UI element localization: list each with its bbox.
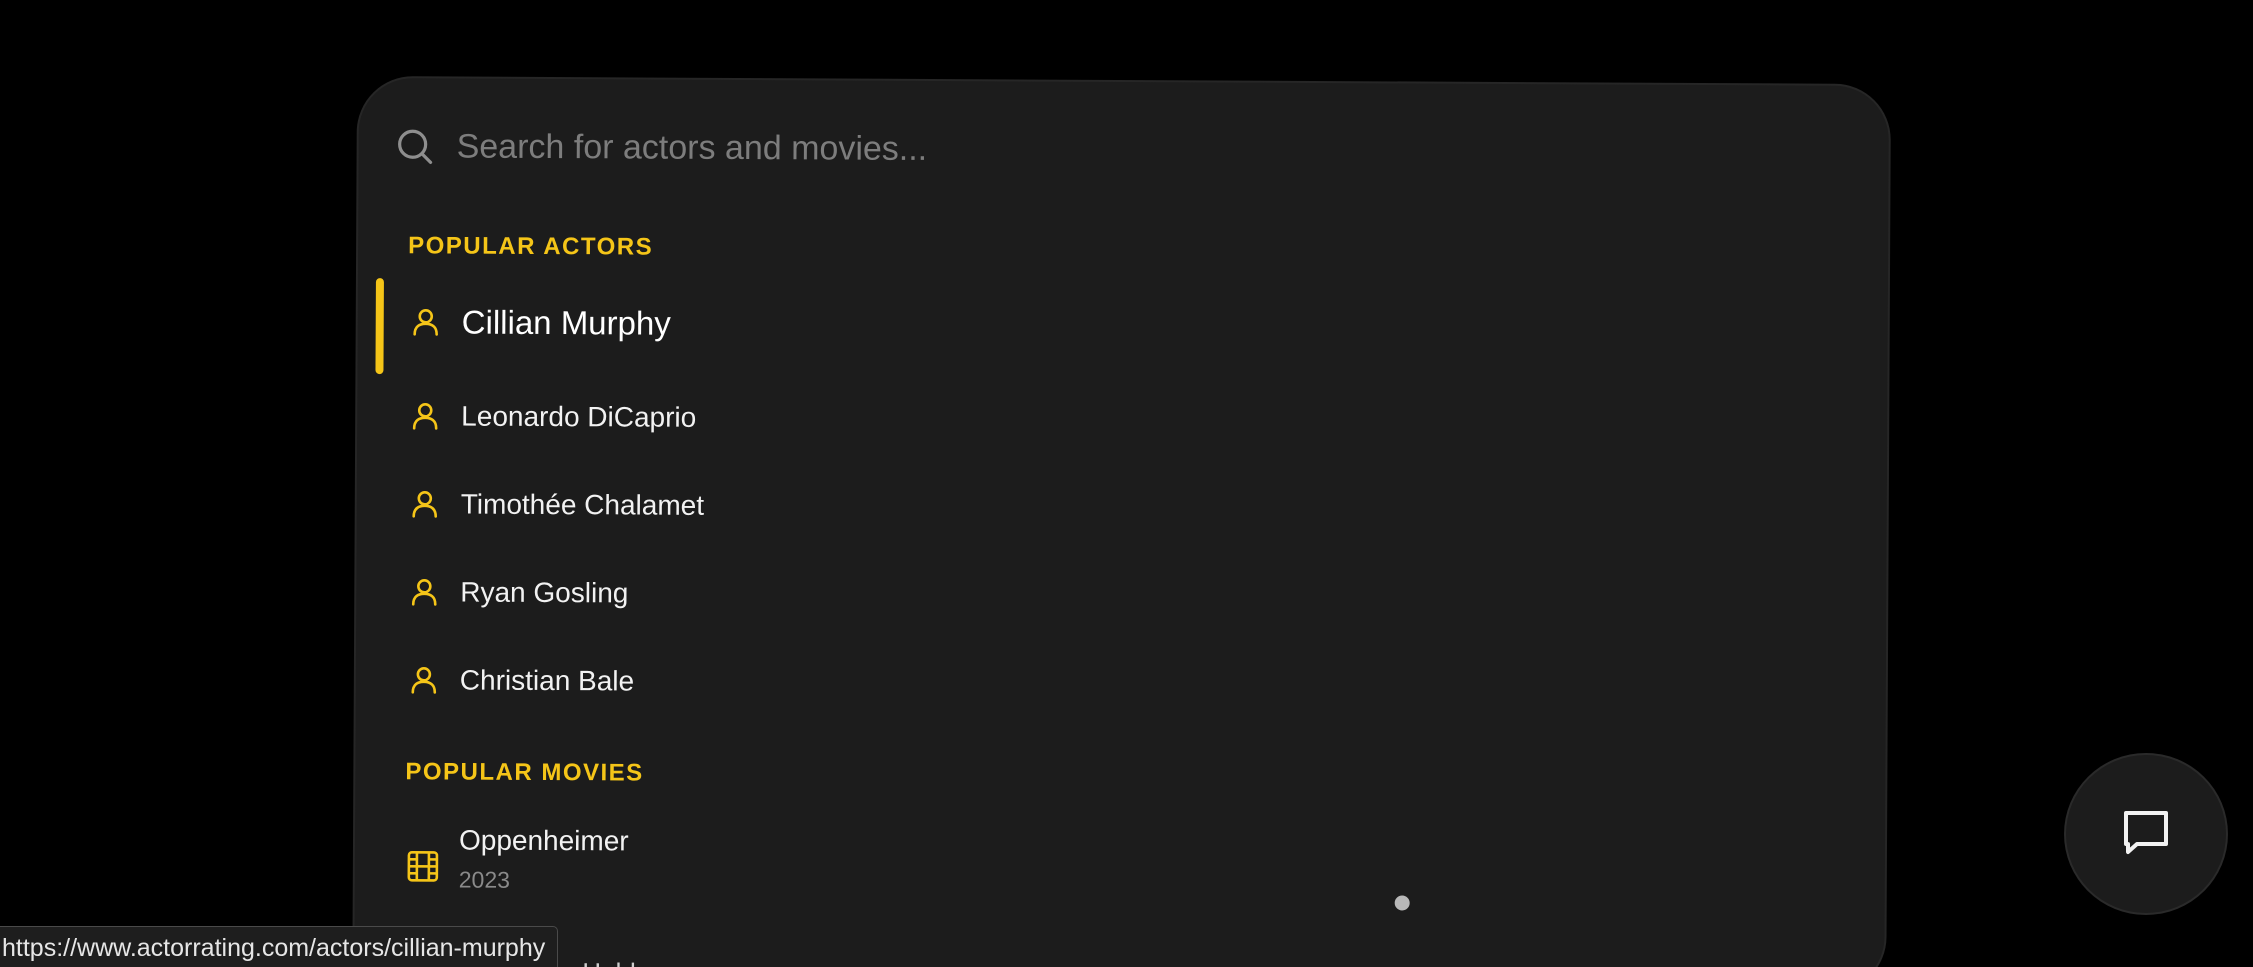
- section-title-popular-movies: POPULAR MOVIES: [405, 758, 644, 787]
- scroll-indicator: [1394, 895, 1410, 911]
- next-movie-title-clipped[interactable]: Holdovers: [582, 957, 699, 967]
- user-icon: [406, 302, 446, 342]
- actor-item-1[interactable]: Leonardo DiCaprio: [375, 372, 1857, 468]
- film-icon: [403, 846, 443, 886]
- search-icon: [395, 126, 435, 166]
- actor-item-0[interactable]: Cillian Murphy: [375, 278, 1857, 375]
- selection-indicator: [375, 278, 384, 375]
- section-title-popular-actors: POPULAR ACTORS: [408, 232, 654, 261]
- user-icon: [404, 572, 444, 612]
- actor-name: Ryan Gosling: [460, 576, 629, 609]
- user-icon: [404, 660, 444, 700]
- page-root: POPULAR ACTORS Cillian Murphy Leonardo D…: [0, 0, 2253, 967]
- movie-item-0[interactable]: Oppenheimer 2023: [373, 824, 1855, 912]
- user-icon: [405, 484, 445, 524]
- movie-year: 2023: [458, 866, 511, 893]
- search-row: [394, 116, 1849, 184]
- search-input[interactable]: [456, 120, 1849, 180]
- actor-item-3[interactable]: Ryan Gosling: [374, 548, 1856, 644]
- chat-button[interactable]: [2066, 755, 2226, 913]
- movie-title: Oppenheimer: [458, 824, 629, 857]
- status-bar-url: https://www.actorrating.com/actors/cilli…: [0, 926, 559, 967]
- actor-name: Cillian Murphy: [461, 303, 671, 342]
- actor-item-2[interactable]: Timothée Chalamet: [375, 460, 1857, 556]
- chat-bubble-icon: [2119, 805, 2173, 864]
- actor-item-4[interactable]: Christian Bale: [374, 636, 1856, 732]
- actor-name: Christian Bale: [459, 664, 635, 697]
- actor-name: Timothée Chalamet: [460, 488, 705, 521]
- search-palette: POPULAR ACTORS Cillian Murphy Leonardo D…: [354, 78, 1889, 967]
- user-icon: [405, 396, 445, 436]
- actor-name: Leonardo DiCaprio: [461, 400, 697, 433]
